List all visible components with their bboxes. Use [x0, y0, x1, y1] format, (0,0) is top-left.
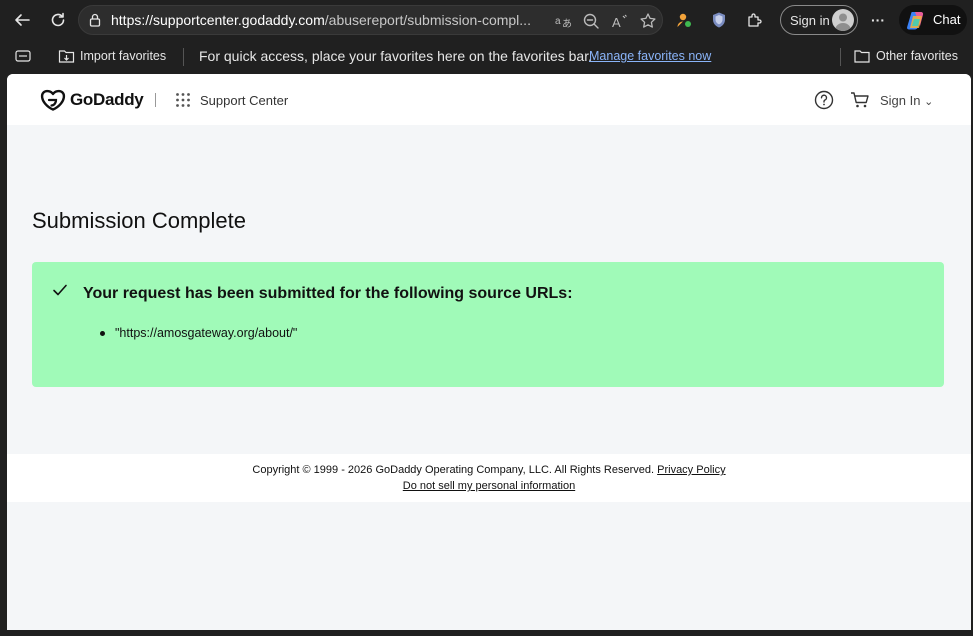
footer-line-privacy: Do not sell my personal information — [7, 480, 971, 492]
puzzle-icon — [748, 13, 762, 27]
favorites-divider-right — [840, 48, 841, 66]
cart-icon[interactable] — [850, 91, 870, 109]
shield-extension-button[interactable] — [705, 6, 733, 34]
page-viewport: GoDaddy Support Center Sign In ⌄ Submiss… — [7, 74, 971, 630]
url-text[interactable]: https://supportcenter.godaddy.com/abuser… — [111, 12, 551, 28]
back-button[interactable] — [8, 6, 36, 34]
favorites-hint-text: For quick access, place your favorites h… — [199, 48, 592, 64]
apps-grid-icon[interactable] — [175, 92, 191, 108]
submitted-url-item: "https://amosgateway.org/about/" — [100, 326, 297, 340]
browser-toolbar: https://supportcenter.godaddy.com/abuser… — [0, 0, 973, 40]
page-title: Submission Complete — [32, 208, 246, 233]
copilot-chat-button[interactable]: Chat — [899, 5, 967, 35]
site-header: GoDaddy Support Center Sign In ⌄ — [7, 74, 971, 125]
read-aloud-icon[interactable]: A — [610, 11, 630, 31]
svg-text:あ: あ — [562, 18, 572, 30]
logo-text: GoDaddy — [70, 90, 144, 109]
copyright-text: Copyright © 1999 - 2026 GoDaddy Operatin… — [252, 464, 655, 476]
folder-icon — [854, 50, 870, 63]
success-panel: Your request has been submitted for the … — [32, 262, 944, 387]
person-extension-icon — [677, 13, 691, 27]
svg-text:A: A — [612, 15, 621, 30]
favorite-star-icon[interactable] — [638, 11, 658, 31]
avatar-icon — [832, 9, 854, 31]
other-favorites-folder[interactable]: Other favorites — [876, 49, 958, 63]
footer-line-copyright: Copyright © 1999 - 2026 GoDaddy Operatin… — [7, 464, 971, 476]
browser-sign-in-label: Sign in — [790, 13, 830, 28]
refresh-icon — [51, 12, 65, 27]
godaddy-logo-icon — [40, 89, 66, 111]
url-host: https://supportcenter.godaddy.com — [111, 12, 325, 28]
svg-text:a: a — [555, 16, 561, 27]
header-divider — [155, 93, 156, 107]
support-center-link[interactable]: Support Center — [200, 93, 288, 108]
check-icon — [53, 284, 67, 296]
url-path: /abusereport/submission-compl... — [324, 12, 531, 28]
chevron-down-icon: ⌄ — [924, 96, 934, 108]
site-sign-in-label: Sign In — [880, 93, 921, 108]
favorites-bar: Import favorites For quick access, place… — [0, 40, 973, 72]
lock-icon[interactable] — [87, 12, 103, 28]
import-favorites-icon[interactable] — [58, 48, 75, 64]
submitted-url-list: "https://amosgateway.org/about/" — [100, 326, 297, 340]
more-dots-icon: ··· — [871, 12, 885, 28]
tab-actions-icon[interactable] — [15, 49, 31, 63]
browser-window: https://supportcenter.godaddy.com/abuser… — [0, 0, 973, 636]
zoom-icon[interactable] — [581, 11, 601, 31]
site-sign-in-button[interactable]: Sign In ⌄ — [880, 93, 933, 108]
shield-icon — [713, 12, 725, 28]
favorites-divider — [183, 48, 184, 66]
godaddy-logo[interactable]: GoDaddy — [40, 88, 152, 112]
page-footer: Copyright © 1999 - 2026 GoDaddy Operatin… — [7, 454, 971, 502]
privacy-policy-link[interactable]: Privacy Policy — [657, 464, 725, 476]
import-favorites-link[interactable]: Import favorites — [80, 49, 166, 63]
translate-icon[interactable]: aあ — [553, 11, 573, 31]
chat-label: Chat — [933, 12, 961, 27]
do-not-sell-link[interactable]: Do not sell my personal information — [403, 480, 575, 492]
success-message: Your request has been submitted for the … — [83, 285, 573, 302]
more-menu-button[interactable]: ··· — [864, 6, 892, 34]
copilot-icon — [907, 12, 924, 30]
manage-favorites-link[interactable]: Manage favorites now — [589, 49, 711, 63]
browser-sign-in-button[interactable]: Sign in — [780, 5, 858, 35]
extensions-button[interactable] — [741, 6, 769, 34]
refresh-button[interactable] — [44, 6, 72, 34]
back-arrow-icon — [15, 14, 30, 26]
help-icon[interactable] — [814, 90, 834, 110]
profile-extension-button[interactable] — [670, 6, 698, 34]
address-bar[interactable]: https://supportcenter.godaddy.com/abuser… — [78, 5, 663, 35]
